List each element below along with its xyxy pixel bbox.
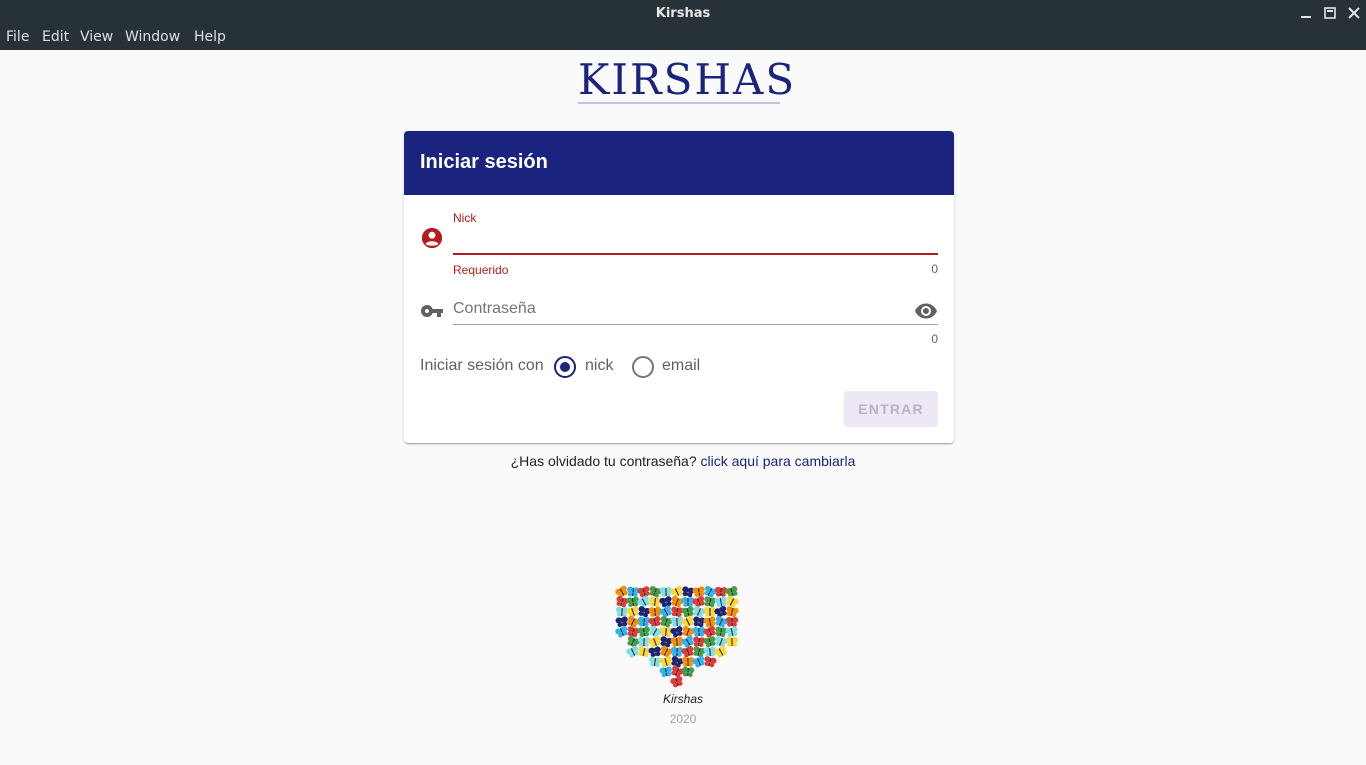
radio-nick[interactable] (554, 356, 576, 378)
enter-button[interactable]: ENTRAR (844, 391, 938, 427)
butterfly-mark (671, 595, 684, 608)
butterfly-mark (648, 646, 661, 658)
account-circle-icon (421, 227, 443, 249)
login-mode-label: Iniciar sesión con (420, 357, 544, 374)
logo-underline (578, 102, 780, 104)
butterfly-mark (714, 596, 727, 608)
butterfly-mark (692, 655, 705, 668)
butterfly-mark (725, 616, 739, 627)
butterfly-mark (726, 595, 739, 608)
password-input[interactable] (453, 297, 908, 321)
butterfly-mark (615, 616, 628, 628)
nick-char-counter: 0 (931, 262, 938, 276)
minimize-icon[interactable] (1298, 5, 1314, 21)
butterfly-mark (637, 595, 650, 608)
kirshas-logo: KIRSHAS (578, 55, 797, 106)
password-char-counter: 0 (931, 332, 938, 346)
butterfly-mark (704, 656, 717, 668)
change-password-link[interactable]: click aquí para cambiarla (701, 453, 856, 469)
menu-help[interactable]: Help (194, 29, 226, 45)
butterfly-mark (660, 645, 673, 658)
window-title: Kirshas (655, 6, 711, 21)
maximize-icon[interactable] (1322, 5, 1338, 21)
logo-text: KIRSHAS (578, 55, 797, 104)
butterfly-mark (671, 665, 684, 678)
menu-edit[interactable]: Edit (42, 29, 69, 45)
login-card: Iniciar sesión Nick Requerido 0 0 Inicia… (404, 131, 954, 443)
menu-window[interactable]: Window (125, 29, 180, 45)
footer-app-name: Kirshas (662, 692, 703, 706)
key-icon (420, 305, 443, 317)
butterfly-mark (681, 615, 694, 628)
butterfly-mark (681, 666, 695, 677)
menu-bar: File Edit View Window Help (0, 27, 1366, 50)
butterfly-mark (714, 645, 727, 658)
password-underline (453, 324, 938, 325)
butterfly-mark (681, 606, 694, 618)
menu-view[interactable]: View (80, 29, 113, 45)
butterfly-mark (704, 585, 717, 598)
butterfly-mark (659, 656, 672, 668)
butterfly-mark (648, 636, 661, 648)
forgot-password-question: ¿Has olvidado tu contraseña? (510, 453, 697, 469)
butterfly-mark (703, 636, 716, 648)
butterfly-mark (725, 636, 739, 647)
eye-icon[interactable] (914, 299, 938, 323)
butterfly-mark (693, 605, 706, 618)
butterfly-mark (725, 626, 738, 638)
butterfly-mark (703, 625, 716, 638)
menu-file[interactable]: File (6, 29, 29, 45)
nick-error-message: Requerido (453, 263, 509, 277)
butterfly-mark (670, 676, 683, 688)
radio-email-label[interactable]: email (662, 357, 700, 375)
login-card-header: Iniciar sesión (404, 131, 954, 195)
butterfly-mark (692, 586, 705, 598)
butterfly-mark (649, 586, 662, 598)
butterfly-heart-logo (615, 585, 739, 688)
radio-email[interactable] (632, 356, 654, 378)
butterfly-mark (615, 625, 628, 638)
butterfly-mark (659, 605, 672, 618)
window-titlebar: Kirshas (0, 0, 1366, 27)
butterfly-mark (637, 586, 650, 598)
footer-year: 2020 (669, 712, 697, 726)
nick-label: Nick (453, 211, 477, 225)
radio-nick-label[interactable]: nick (585, 357, 613, 375)
butterfly-mark (726, 606, 739, 618)
butterfly-mark (615, 585, 628, 598)
butterfly-mark (626, 645, 639, 658)
butterfly-mark (659, 666, 672, 678)
butterfly-mark (637, 626, 650, 638)
forgot-password: ¿Has olvidado tu contraseña? click aquí … (0, 453, 1366, 469)
butterfly-mark (659, 596, 672, 608)
butterfly-mark (681, 635, 694, 648)
butterfly-mark (681, 646, 694, 658)
butterfly-mark (627, 615, 640, 628)
close-icon[interactable] (1346, 5, 1362, 21)
login-title: Iniciar sesión (420, 151, 548, 173)
nick-input[interactable] (453, 229, 938, 253)
butterfly-mark (703, 616, 716, 628)
nick-underline (453, 253, 938, 255)
butterfly-mark (670, 626, 683, 638)
butterfly-mark (715, 615, 728, 628)
